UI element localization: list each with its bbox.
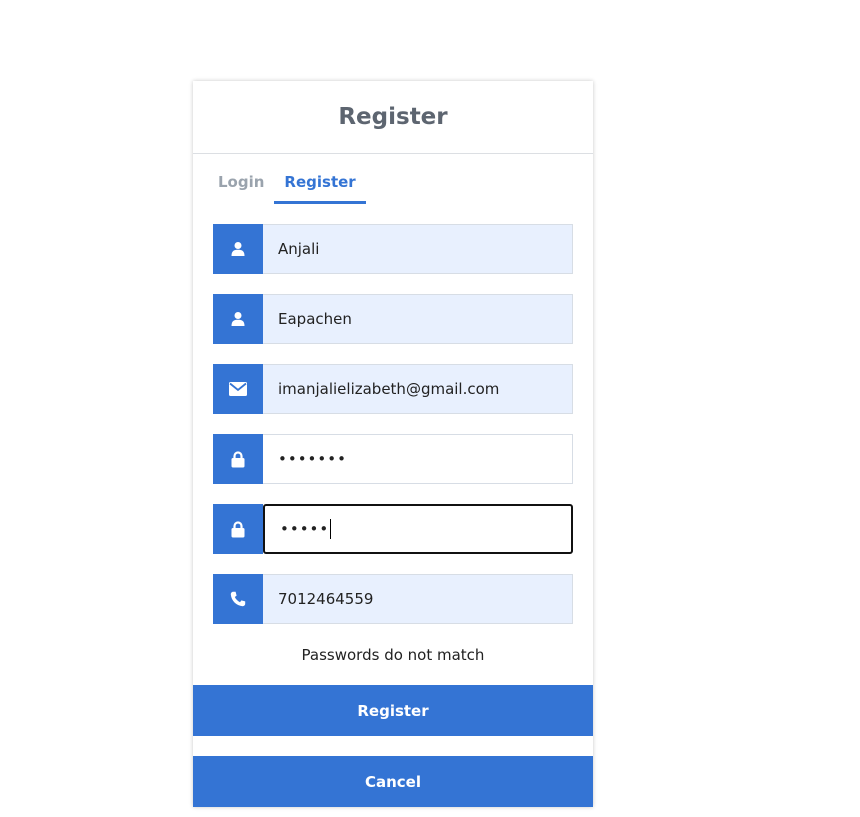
user-icon — [213, 294, 263, 344]
first-name-field: Anjali — [213, 224, 573, 274]
page-title: Register — [338, 104, 448, 130]
phone-input[interactable]: 7012464559 — [263, 574, 573, 624]
confirm-password-input[interactable]: ••••• — [263, 504, 573, 554]
phone-icon — [213, 574, 263, 624]
confirm-password-field: ••••• — [213, 504, 573, 554]
card-header: Register — [193, 81, 593, 154]
lock-icon — [213, 434, 263, 484]
lock-icon — [213, 504, 263, 554]
last-name-input[interactable]: Eapachen — [263, 294, 573, 344]
email-field: imanjalielizabeth@gmail.com — [213, 364, 573, 414]
cancel-button[interactable]: Cancel — [193, 756, 593, 807]
confirm-password-value: ••••• — [280, 520, 330, 538]
register-button[interactable]: Register — [193, 685, 593, 736]
password-field: ••••••• — [213, 434, 573, 484]
tab-login[interactable]: Login — [213, 168, 269, 204]
user-icon — [213, 224, 263, 274]
tab-register[interactable]: Register — [274, 168, 366, 204]
text-caret — [330, 519, 332, 539]
register-card: Register Login Register Anjali Eapachen … — [193, 81, 593, 807]
phone-field: 7012464559 — [213, 574, 573, 624]
auth-tabs: Login Register — [213, 168, 366, 204]
error-message: Passwords do not match — [301, 646, 485, 664]
password-value: ••••••• — [278, 450, 347, 468]
password-input[interactable]: ••••••• — [263, 434, 573, 484]
last-name-field: Eapachen — [213, 294, 573, 344]
email-input[interactable]: imanjalielizabeth@gmail.com — [263, 364, 573, 414]
envelope-icon — [213, 364, 263, 414]
first-name-input[interactable]: Anjali — [263, 224, 573, 274]
